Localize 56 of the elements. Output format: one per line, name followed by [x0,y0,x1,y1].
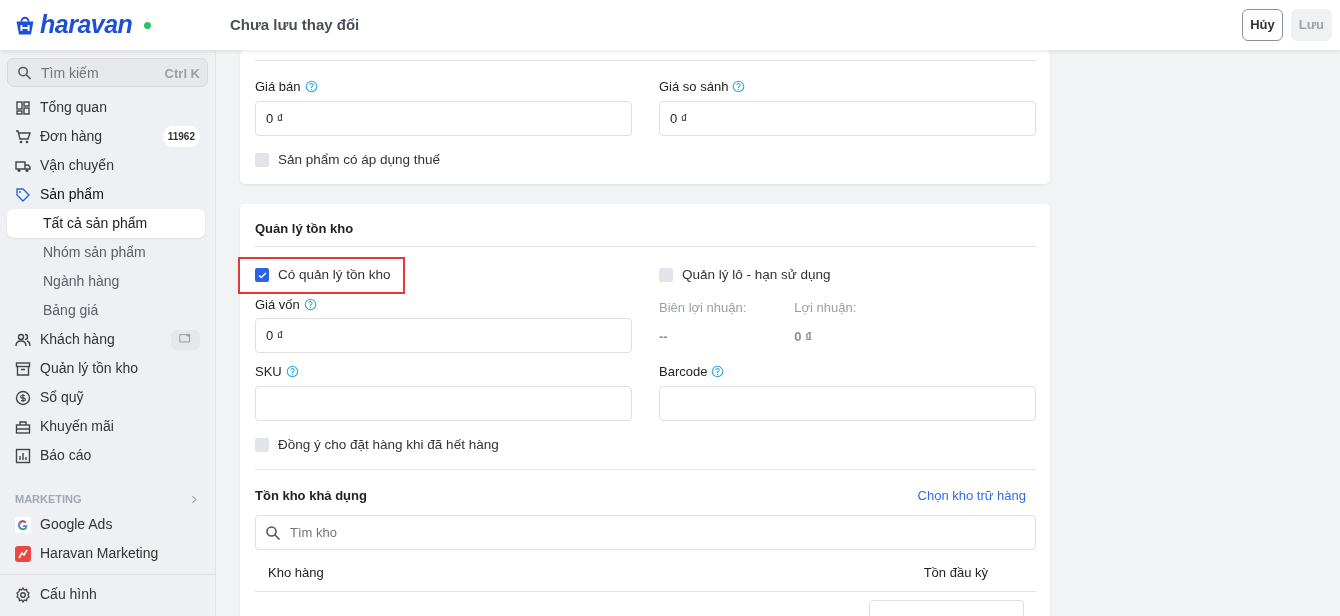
stat-label: Lợi nhuận: [794,298,857,317]
field-label: Giá bán [255,78,301,96]
count-badge: 11962 [162,126,200,147]
nav-item[interactable]: Haravan Marketing [0,539,215,568]
nav-subitem[interactable]: Bảng giá [0,296,215,325]
nav-item[interactable]: Khách hàng [0,325,215,354]
price-input[interactable]: 0 ₫ [659,100,1036,136]
nav-label: Báo cáo [40,446,93,465]
nav-item[interactable]: Khuyến mãi [0,412,215,441]
price-input[interactable]: 0 ₫ [255,100,632,136]
column-header: Kho hàng [268,564,324,583]
field-label: SKU [255,363,282,381]
nav-label: Quản lý tồn kho [40,359,140,378]
nav-item[interactable]: Google Ads [0,510,215,539]
nav-subitem[interactable]: Nhóm sản phẩm [0,238,215,267]
section-heading: MARKETING [15,491,82,507]
nav-item[interactable]: Sản phẩm [0,180,215,209]
stat-value: -- [659,328,669,346]
nav-label: Haravan Marketing [40,544,160,563]
field-label: Giá so sánh [659,78,729,96]
nav-label: Cấu hình [40,585,98,604]
cost-input[interactable]: 0 ₫ [255,318,632,353]
nav-item[interactable]: Quản lý tồn kho [0,354,215,383]
shortcut-hint: Ctrl K [164,65,200,83]
column-header: Tồn đầu kỳ [923,564,988,583]
choose-warehouse-link[interactable]: Chọn kho trữ hàng [917,485,1026,506]
nav-subitem[interactable]: Tất cả sản phẩm [7,209,205,238]
checkbox-label: Quản lý lô - hạn sử dụng [682,266,831,285]
nav-label: Sổ quỹ [40,388,85,407]
nav-label: Google Ads [40,515,114,534]
section-title: Tồn kho khả dụng [255,486,367,505]
nav-label: Khuyến mãi [40,417,115,436]
cancel-button[interactable]: Hủy [1242,9,1283,41]
nav-label: Vận chuyển [40,156,115,175]
nav-item[interactable]: Vận chuyển [0,151,215,180]
stat-value: 0 ₫ [794,328,813,346]
unsaved-changes-title: Chưa lưu thay đổi [230,14,361,35]
nav-item[interactable]: Báo cáo [0,441,215,470]
stat-label: Biên lợi nhuận: [659,298,747,317]
nav-item[interactable]: Cấu hình [0,580,215,609]
field-label: Barcode [659,363,708,381]
checkbox-label: Sản phẩm có áp dụng thuế [278,150,441,169]
nav-label: Sản phẩm [40,185,105,204]
nav-item[interactable]: Sổ quỹ [0,383,215,412]
nav-label: Tổng quan [40,98,108,117]
checkbox-label: Có quản lý tồn kho [278,266,391,285]
checkbox-label: Đồng ý cho đặt hàng khi đã hết hàng [278,435,499,454]
nav-label: Đơn hàng [40,127,104,146]
nav-label: Khách hàng [40,330,116,349]
field-label: Giá vốn [255,295,300,314]
warehouse-search-field[interactable]: Tìm kho [255,515,1036,551]
card-title: Quản lý tồn kho [255,219,355,238]
nav-subitem[interactable]: Ngành hàng [0,267,215,296]
nav-item[interactable]: Tổng quan [0,93,215,122]
logo: haravan [40,9,133,41]
nav-item[interactable]: Đơn hàng 11962 [0,122,215,151]
